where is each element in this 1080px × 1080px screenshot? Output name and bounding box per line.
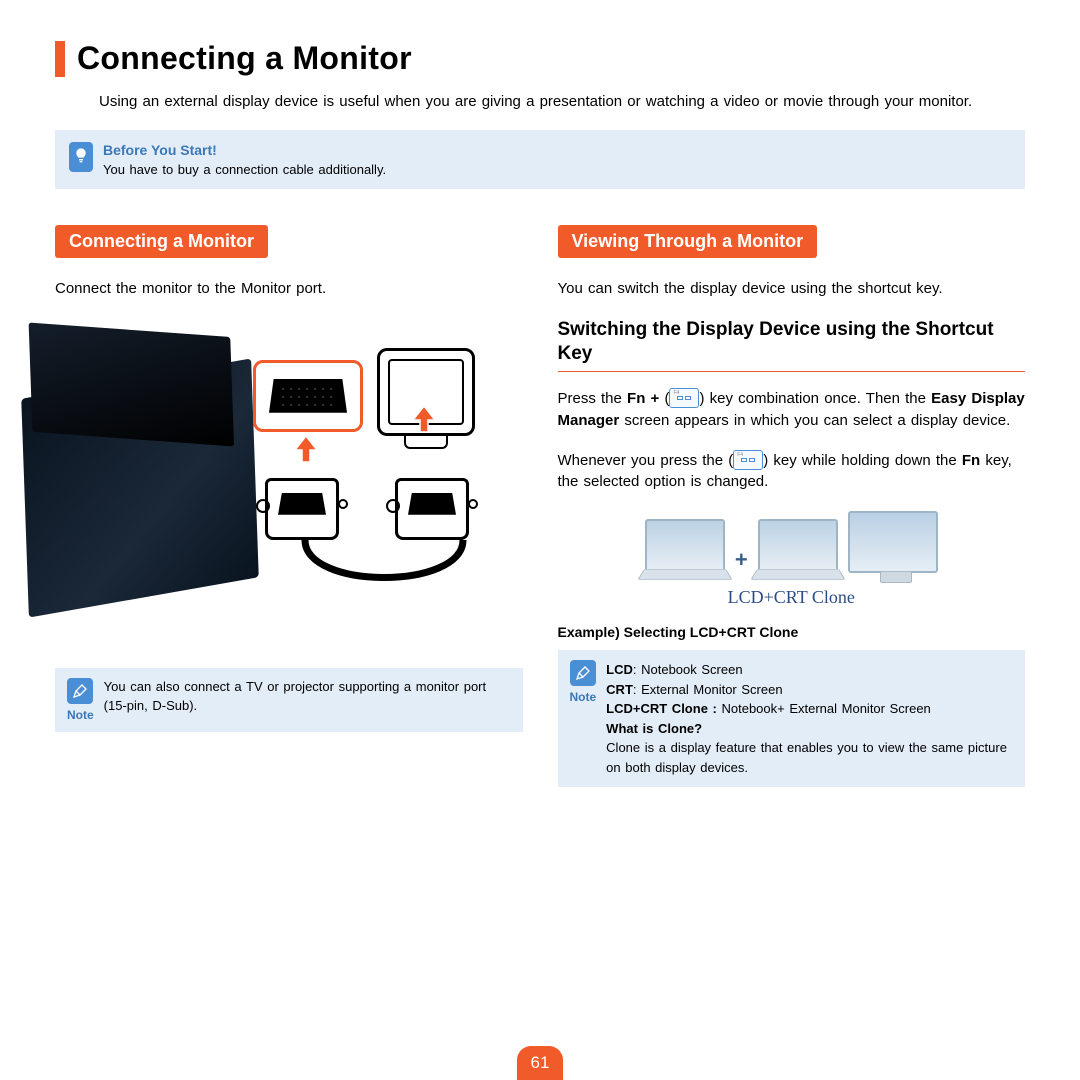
left-column: Connecting a Monitor Connect the monitor… xyxy=(55,225,523,787)
dsub-connector-icon xyxy=(265,478,339,540)
pencil-icon xyxy=(67,678,93,704)
f4-key-icon xyxy=(669,388,699,408)
laptop-icon xyxy=(645,519,725,573)
page-number: 61 xyxy=(517,1046,563,1080)
definitions-block: LCD: Notebook Screen CRT: External Monit… xyxy=(606,660,1013,777)
page-header: Connecting a Monitor xyxy=(55,40,1025,77)
callout-text: You have to buy a connection cable addit… xyxy=(103,162,386,177)
note-label: Note xyxy=(570,690,597,704)
note-callout-right: Note LCD: Notebook Screen CRT: External … xyxy=(558,650,1026,787)
vga-connector-icon xyxy=(269,379,347,413)
example-caption: Example) Selecting LCD+CRT Clone xyxy=(558,624,1026,640)
note-callout-left: Note You can also connect a TV or projec… xyxy=(55,668,523,732)
paragraph-1: Press the Fn + () key combination once. … xyxy=(558,388,1026,432)
sub-heading: Switching the Display Device using the S… xyxy=(558,318,1026,372)
accent-bar xyxy=(55,41,65,77)
right-column: Viewing Through a Monitor You can switch… xyxy=(558,225,1026,787)
arrow-up-icon xyxy=(295,436,317,462)
paragraph-2: Whenever you press the () key while hold… xyxy=(558,450,1026,494)
connection-illustration xyxy=(55,318,523,648)
section-heading-left: Connecting a Monitor xyxy=(55,225,268,258)
laptop-icon xyxy=(758,519,838,573)
plus-icon: + xyxy=(735,547,748,573)
monitor-icon xyxy=(848,511,938,573)
section-heading-right: Viewing Through a Monitor xyxy=(558,225,818,258)
arrow-up-icon xyxy=(413,406,435,432)
left-instruction: Connect the monitor to the Monitor port. xyxy=(55,278,523,300)
cable-icon xyxy=(285,540,483,596)
page-title: Connecting a Monitor xyxy=(77,40,412,77)
note-label: Note xyxy=(67,708,94,722)
intro-paragraph: Using an external display device is usef… xyxy=(99,91,1025,112)
clone-figure: + LCD+CRT Clone xyxy=(558,511,1026,608)
right-intro: You can switch the display device using … xyxy=(558,278,1026,300)
dsub-connector-icon xyxy=(395,478,469,540)
before-you-start-callout: Before You Start! You have to buy a conn… xyxy=(55,130,1025,189)
connector-pair xyxy=(265,478,469,540)
callout-heading: Before You Start! xyxy=(103,142,386,158)
vga-port-highlight xyxy=(253,360,363,432)
lightbulb-icon xyxy=(69,142,93,172)
pencil-icon xyxy=(570,660,596,686)
note-text-left: You can also connect a TV or projector s… xyxy=(104,678,511,716)
laptop-image xyxy=(21,358,259,617)
clone-caption: LCD+CRT Clone xyxy=(728,587,855,608)
f4-key-icon xyxy=(733,450,763,470)
